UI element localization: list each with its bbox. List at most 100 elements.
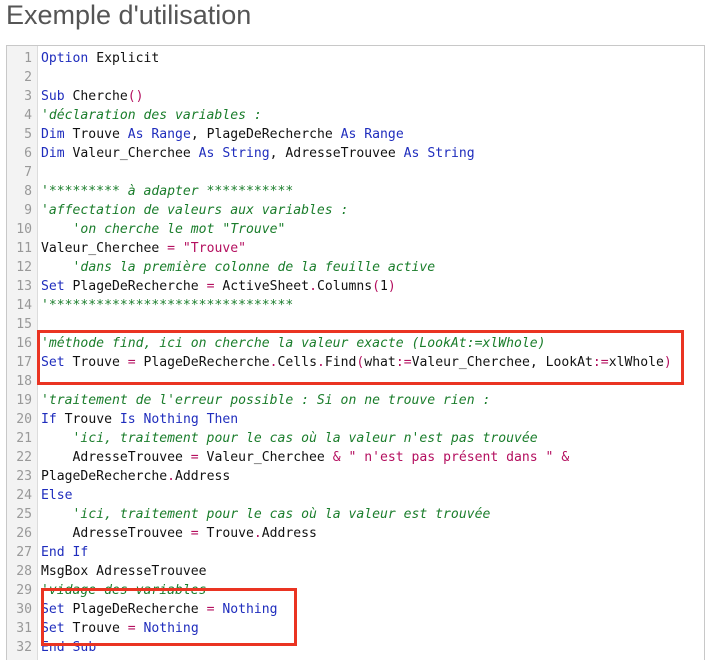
code-text: 'dans la première colonne de la feuille … <box>41 258 436 277</box>
code-line: 2 <box>7 68 704 87</box>
code-token: Sub <box>41 89 65 104</box>
line-number: 16 <box>16 336 32 351</box>
code-token: , PlageDeRecherche <box>190 127 341 142</box>
code-text: End Sub <box>41 638 96 657</box>
code-text: '******************************* <box>41 296 293 315</box>
code-token: Valeur_Cherchee <box>64 146 199 161</box>
code-token: Dim <box>41 127 65 142</box>
code-line: 5 Dim Trouve As Range, PlageDeRecherche A… <box>7 125 704 144</box>
code-line: 15 <box>7 315 704 334</box>
code-text: 'vidage des variables <box>41 581 207 600</box>
code-token: Else <box>41 488 73 503</box>
code-token: . <box>253 526 262 541</box>
code-token: Set <box>41 279 65 294</box>
code-line: 3 Sub Cherche() <box>7 87 704 106</box>
code-token: 'vidage des variables <box>41 583 207 598</box>
code-token: & <box>561 450 570 465</box>
code-line: 8 '********* à adapter *********** <box>7 182 704 201</box>
code-line: 7 <box>7 163 704 182</box>
code-token: 'déclaration des variables : <box>41 108 262 123</box>
code-text: 'traitement de l'erreur possible : Si on… <box>41 391 490 410</box>
code-token: . <box>269 355 278 370</box>
code-token: Set <box>41 621 65 636</box>
code-line: 26 AdresseTrouvee = Trouve.Address <box>7 524 704 543</box>
line-number: 25 <box>16 507 32 522</box>
code-token: PlageDeRecherche <box>41 469 168 484</box>
code-token: As <box>198 146 215 161</box>
code-token: AdresseTrouvee <box>41 450 191 465</box>
code-line: 4 'déclaration des variables : <box>7 106 704 125</box>
code-token: Then <box>206 412 239 427</box>
code-token: Range <box>364 127 404 142</box>
line-number: 31 <box>16 621 32 636</box>
line-number: 3 <box>24 89 32 104</box>
code-token: ) <box>663 355 672 370</box>
code-line: 18 <box>7 372 704 391</box>
code-token: As <box>127 127 144 142</box>
code-token: '******************************* <box>41 298 294 313</box>
code-text: MsgBox AdresseTrouvee <box>41 562 207 581</box>
code-text: Dim Trouve As Range, PlageDeRecherche As… <box>41 125 404 144</box>
line-number: 2 <box>24 70 32 85</box>
code-token: Dim <box>41 146 65 161</box>
code-text: 'affectation de valeurs aux variables : <box>41 201 348 220</box>
code-text: '********* à adapter *********** <box>41 182 293 201</box>
code-token: 1 <box>380 279 388 294</box>
code-token: If <box>41 412 57 427</box>
code-line: 27 End If <box>7 543 704 562</box>
line-number: 32 <box>16 640 32 655</box>
code-token: End <box>41 640 65 655</box>
code-line: 31 Set Trouve = Nothing <box>7 619 704 638</box>
code-line: 23 PlageDeRecherche.Address <box>7 467 704 486</box>
code-line: 9 'affectation de valeurs aux variables : <box>7 201 704 220</box>
line-number: 27 <box>16 545 32 560</box>
code-token: Nothing <box>143 412 199 427</box>
code-token: Range <box>151 127 191 142</box>
code-line: 30 Set PlageDeRecherche = Nothing <box>7 600 704 619</box>
page-title: Exemple d'utilisation <box>6 0 252 30</box>
code-text: If Trouve Is Nothing Then <box>41 410 238 429</box>
code-token: Valeur_Cherchee, LookAt <box>411 355 593 370</box>
code-line: 6 Dim Valeur_Cherchee As String, AdresseT… <box>7 144 704 163</box>
code-token: Sub <box>72 640 97 655</box>
code-line: 24 Else <box>7 486 704 505</box>
code-line: 22 AdresseTrouvee = Valeur_Cherchee & " … <box>7 448 704 467</box>
code-text: Option Explicit <box>41 49 159 68</box>
code-token: Trouve <box>56 412 120 427</box>
line-number: 26 <box>16 526 32 541</box>
code-token: Set <box>41 602 65 617</box>
line-number: 13 <box>16 279 32 294</box>
code-token: Find <box>324 355 357 370</box>
code-text: Else <box>41 486 73 505</box>
line-number: 7 <box>24 165 32 180</box>
code-token: 'dans la première colonne de la feuille … <box>72 260 436 275</box>
code-block[interactable]: 1 Option Explicit 2 3 Sub Cherche() 4'déclara… <box>6 45 705 660</box>
code-line: 28 MsgBox AdresseTrouvee <box>7 562 704 581</box>
code-text: 'on cherche le mot "Trouve" <box>41 220 286 239</box>
code-line: 16 'méthode find, ici on cherche la valeu… <box>7 334 704 353</box>
line-number: 5 <box>24 127 32 142</box>
code-text: Set Trouve = Nothing <box>41 619 199 638</box>
line-number: 28 <box>16 564 32 579</box>
line-number: 30 <box>16 602 32 617</box>
code-token: MsgBox AdresseTrouvee <box>41 564 207 579</box>
code-line: 29 'vidage des variables <box>7 581 704 600</box>
code-token: Set <box>41 355 65 370</box>
line-number: 20 <box>16 412 32 427</box>
code-token: & <box>332 450 341 465</box>
code-text: Set PlageDeRecherche = Nothing <box>41 600 278 619</box>
code-token: "Trouve" <box>182 241 246 256</box>
line-number: 14 <box>16 298 32 313</box>
code-line: 11 Valeur_Cherchee = "Trouve" <box>7 239 704 258</box>
code-text: Dim Valeur_Cherchee As String, AdresseTr… <box>41 144 475 163</box>
code-token: ActiveSheet <box>214 279 310 294</box>
code-line: 21 'ici, traitement pour le cas où la va… <box>7 429 704 448</box>
code-line: 10 'on cherche le mot "Trouve" <box>7 220 704 239</box>
code-line: 32 End Sub <box>7 638 704 657</box>
code-token: ( <box>372 279 381 294</box>
